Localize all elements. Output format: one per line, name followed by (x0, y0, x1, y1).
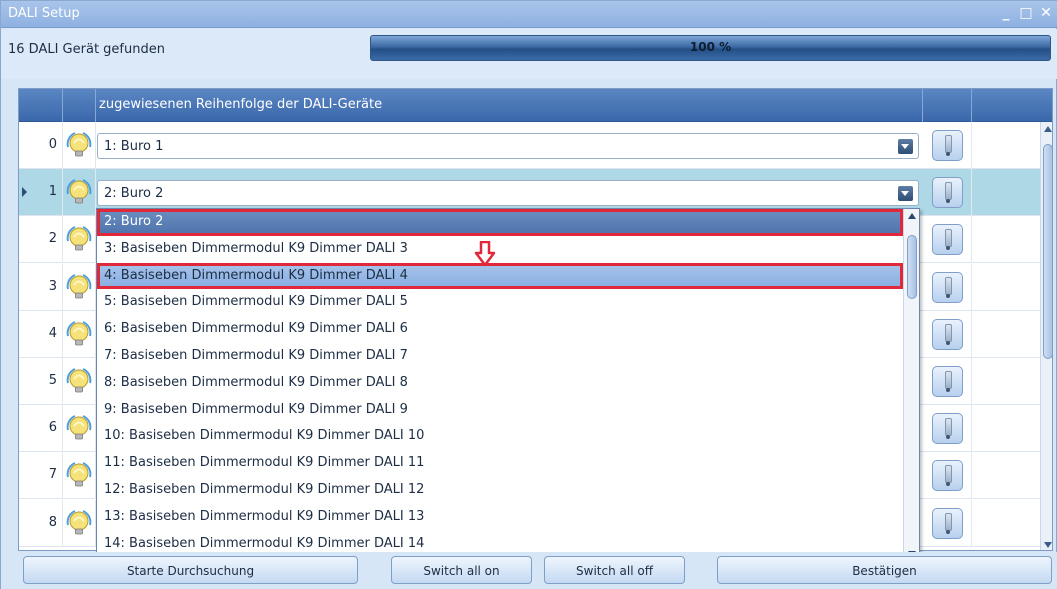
dropdown-option-label: 10: Basiseben Dimmermodul K9 Dimmer DALI… (104, 428, 425, 444)
dropdown-option[interactable]: 10: Basiseben Dimmermodul K9 Dimmer DALI… (97, 423, 903, 450)
scroll-down-icon[interactable] (1044, 542, 1052, 548)
dropdown-option-label: 14: Basiseben Dimmermodul K9 Dimmer DALI… (104, 535, 425, 551)
grid-header: zugewiesenen Reihenfolge der DALI-Geräte (19, 89, 1052, 122)
row-index: 1 (48, 184, 57, 200)
header-cell-switch (923, 89, 972, 122)
row-index: 4 (48, 325, 57, 341)
lightbulb-icon (64, 413, 94, 443)
devices-found-label: 16 DALI Gerät gefunden (8, 42, 165, 57)
dropdown-option[interactable]: 13: Basiseben Dimmermodul K9 Dimmer DALI… (97, 504, 903, 531)
toggle-switch-icon[interactable] (932, 366, 963, 397)
table-row[interactable]: 0 1: Buro 1 (19, 122, 1052, 169)
dropdown-option[interactable]: 4: Basiseben Dimmermodul K9 Dimmer DALI … (97, 262, 903, 290)
dropdown-scroll-thumb[interactable] (907, 235, 917, 299)
confirm-button[interactable]: Bestätigen (717, 556, 1052, 584)
dropdown-option[interactable]: 6: Basiseben Dimmermodul K9 Dimmer DALI … (97, 316, 903, 343)
row-index: 6 (48, 420, 57, 436)
dali-setup-window: DALI Setup _ □ ✕ 16 DALI Gerät gefunden … (0, 0, 1057, 589)
row-pointer-icon (22, 187, 27, 198)
device-combobox[interactable]: 1: Buro 1 (97, 133, 919, 159)
dropdown-option-label: 5: Basiseben Dimmermodul K9 Dimmer DALI … (104, 294, 408, 310)
toggle-switch-icon[interactable] (932, 507, 963, 539)
lightbulb-icon (64, 177, 94, 207)
grid-scrollbar[interactable] (1040, 122, 1052, 550)
dropdown-option-label: 11: Basiseben Dimmermodul K9 Dimmer DALI… (104, 455, 425, 471)
title-bar[interactable]: DALI Setup _ □ ✕ (1, 1, 1057, 28)
dropdown-option-label: 3: Basiseben Dimmermodul K9 Dimmer DALI … (104, 240, 408, 256)
dropdown-option-label: 12: Basiseben Dimmermodul K9 Dimmer DALI… (104, 482, 425, 497)
lightbulb-icon (64, 508, 94, 538)
scroll-up-icon[interactable] (1044, 126, 1052, 132)
toggle-switch-icon[interactable] (932, 413, 963, 445)
chevron-down-icon[interactable] (898, 186, 913, 202)
lightbulb-icon (64, 130, 94, 160)
dropdown-option-label: 4: Basiseben Dimmermodul K9 Dimmer DALI … (104, 267, 408, 283)
dropdown-option[interactable]: 9: Basiseben Dimmermodul K9 Dimmer DALI … (97, 397, 903, 424)
toggle-switch-icon[interactable] (932, 130, 963, 161)
header-label: zugewiesenen Reihenfolge der DALI-Geräte (99, 97, 383, 112)
dropdown-option-label: 7: Basiseben Dimmermodul K9 Dimmer DALI … (104, 348, 408, 363)
row-index: 8 (48, 514, 57, 530)
lightbulb-icon (64, 460, 94, 490)
dropdown-scroll-up-icon[interactable] (908, 213, 916, 219)
device-dropdown-list[interactable]: 2: Buro 2 3: Basiseben Dimmermodul K9 Dim… (96, 208, 920, 562)
switch-all-off-button[interactable]: Switch all off (544, 556, 685, 584)
device-combobox[interactable]: 2: Buro 2 (97, 180, 919, 207)
dropdown-option[interactable]: 12: Basiseben Dimmermodul K9 Dimmer DALI… (97, 477, 903, 504)
row-index: 5 (48, 373, 57, 388)
row-index: 7 (48, 467, 57, 483)
row-index: 0 (48, 137, 57, 152)
dropdown-option-label: 6: Basiseben Dimmermodul K9 Dimmer DALI … (104, 321, 408, 337)
chevron-down-icon[interactable] (898, 139, 913, 154)
dropdown-option-label: 2: Buro 2 (104, 214, 164, 229)
header-cell-pointer (19, 89, 63, 122)
close-icon[interactable]: ✕ (1038, 4, 1054, 22)
switch-all-on-button[interactable]: Switch all on (391, 556, 532, 584)
status-bar: 16 DALI Gerät gefunden 100 % (1, 29, 1057, 79)
dropdown-option[interactable]: 7: Basiseben Dimmermodul K9 Dimmer DALI … (97, 343, 903, 370)
start-search-button[interactable]: Starte Durchsuchung (23, 556, 358, 584)
toggle-switch-icon[interactable] (932, 318, 963, 350)
down-arrow-annotation-icon (474, 241, 496, 267)
minimize-icon[interactable]: _ (998, 4, 1014, 22)
toggle-switch-icon[interactable] (932, 177, 963, 209)
progress-label: 100 % (689, 40, 732, 54)
combobox-value: 2: Buro 2 (104, 186, 164, 202)
dropdown-scrollbar[interactable] (903, 209, 919, 561)
dropdown-option-label: 9: Basiseben Dimmermodul K9 Dimmer DALI … (104, 401, 408, 417)
toggle-switch-icon[interactable] (932, 271, 963, 303)
dropdown-option-label: 13: Basiseben Dimmermodul K9 Dimmer DALI… (104, 508, 425, 524)
dropdown-option[interactable]: 3: Basiseben Dimmermodul K9 Dimmer DALI … (97, 236, 903, 263)
lightbulb-icon (64, 366, 94, 396)
window-title: DALI Setup (8, 6, 80, 21)
bottom-toolbar: Starte Durchsuchung Switch all on Switch… (1, 552, 1057, 589)
dropdown-option-label: 8: Basiseben Dimmermodul K9 Dimmer DALI … (104, 374, 408, 390)
scroll-thumb[interactable] (1043, 144, 1052, 359)
header-cell-icon (63, 89, 96, 122)
lightbulb-icon (64, 319, 94, 349)
toggle-switch-icon[interactable] (932, 224, 963, 256)
window-controls: _ □ ✕ (998, 4, 1054, 22)
combobox-value: 1: Buro 1 (104, 139, 164, 154)
dropdown-option[interactable]: 2: Buro 2 (97, 209, 903, 236)
dropdown-option[interactable]: 8: Basiseben Dimmermodul K9 Dimmer DALI … (97, 370, 903, 397)
toggle-switch-icon[interactable] (932, 460, 963, 492)
dropdown-option[interactable]: 5: Basiseben Dimmermodul K9 Dimmer DALI … (97, 289, 903, 316)
row-index: 3 (48, 278, 57, 294)
maximize-icon[interactable]: □ (1018, 4, 1034, 22)
row-index: 2 (48, 231, 57, 247)
lightbulb-icon (64, 224, 94, 254)
lightbulb-icon (64, 272, 94, 302)
dropdown-option[interactable]: 11: Basiseben Dimmermodul K9 Dimmer DALI… (97, 450, 903, 477)
progress-bar: 100 % (370, 35, 1051, 61)
